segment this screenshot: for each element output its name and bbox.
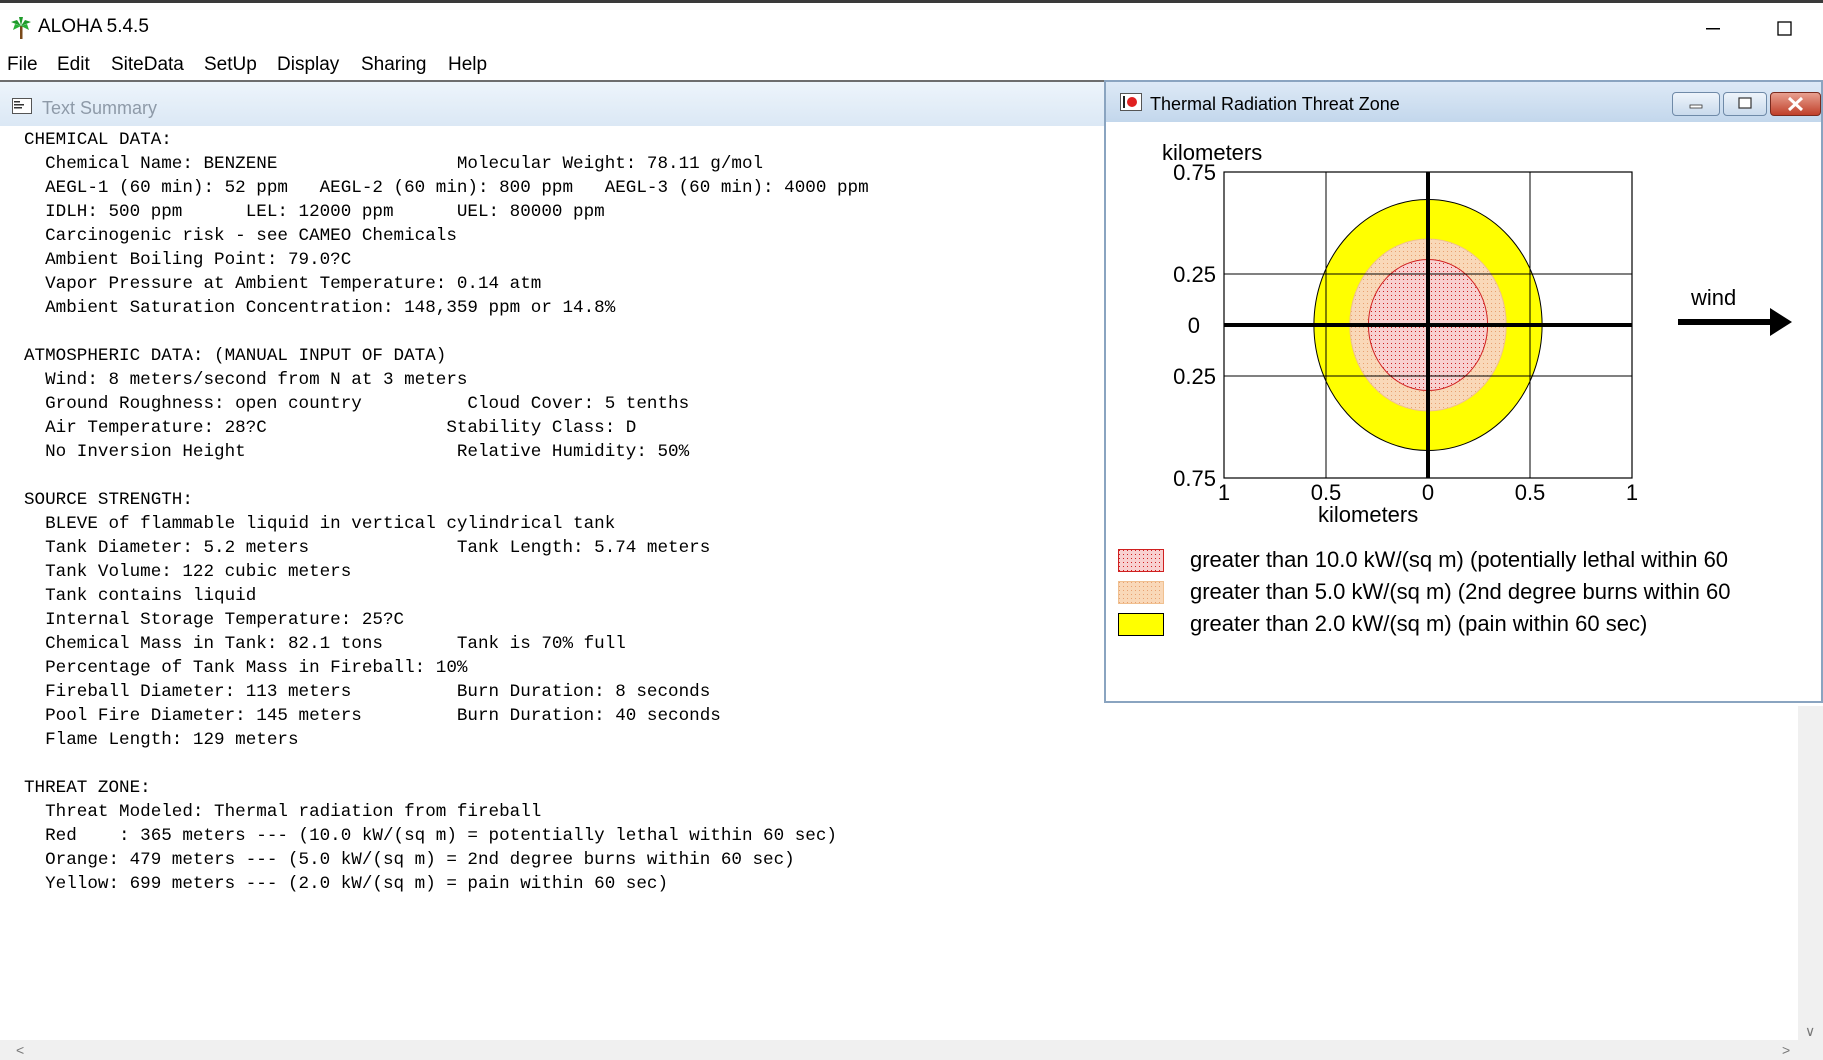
legend-item-red: greater than 10.0 kW/(sq m) (potentially… <box>1118 547 1818 573</box>
minimize-button[interactable] <box>1692 13 1732 43</box>
menu-sitedata[interactable]: SiteData <box>111 54 184 76</box>
legend-label-yellow: greater than 2.0 kW/(sq m) (pain within … <box>1190 611 1648 636</box>
summary-line: Carcinogenic risk - see CAMEO Chemicals <box>24 226 457 246</box>
wind-arrow-icon <box>1678 308 1792 336</box>
legend-label-red: greater than 10.0 kW/(sq m) (potentially… <box>1190 547 1729 572</box>
vertical-scrollbar[interactable]: ∨ <box>1798 706 1823 1042</box>
legend-swatch-red <box>1118 549 1164 572</box>
close-icon <box>1787 96 1804 112</box>
legend-item-orange: greater than 5.0 kW/(sq m) (2nd degree b… <box>1118 579 1818 605</box>
menu-setup[interactable]: SetUp <box>204 54 257 76</box>
maximize-button[interactable] <box>1764 13 1804 43</box>
threat-zone-title: Thermal Radiation Threat Zone <box>1150 94 1400 114</box>
summary-line: THREAT ZONE: <box>24 778 151 798</box>
summary-line: Percentage of Tank Mass in Fireball: 10% <box>24 658 468 678</box>
summary-line: Threat Modeled: Thermal radiation from f… <box>24 802 542 822</box>
text-summary-title: Text Summary <box>42 98 158 118</box>
summary-line: Tank Diameter: 5.2 meters Tank Length: 5… <box>24 538 711 558</box>
menu-display[interactable]: Display <box>277 54 339 76</box>
summary-line: Wind: 8 meters/second from N at 3 meters <box>24 370 468 390</box>
y-tick-label: 0.25 <box>1173 364 1216 389</box>
horizontal-scrollbar[interactable]: < > <box>0 1040 1823 1060</box>
x-tick-label: 0.5 <box>1515 480 1546 505</box>
summary-line: Ground Roughness: open country Cloud Cov… <box>24 394 690 414</box>
scroll-left-icon[interactable]: < <box>16 1043 24 1057</box>
wind-label: wind <box>1690 285 1736 310</box>
threat-zone-titlebar[interactable]: Thermal Radiation Threat Zone <box>1106 82 1821 122</box>
summary-line: Fireball Diameter: 113 meters Burn Durat… <box>24 682 711 702</box>
summary-line: Pool Fire Diameter: 145 meters Burn Dura… <box>24 706 721 726</box>
app-title: ALOHA 5.4.5 <box>38 16 149 37</box>
document-icon <box>12 98 32 114</box>
summary-line: AEGL-1 (60 min): 52 ppm AEGL-2 (60 min):… <box>24 178 869 198</box>
palm-tree-icon <box>11 17 31 39</box>
threat-restore-button[interactable] <box>1723 92 1767 116</box>
summary-line: Chemical Name: BENZENE Molecular Weight:… <box>24 154 764 174</box>
summary-line: Air Temperature: 28?C Stability Class: D <box>24 418 637 438</box>
summary-line: Yellow: 699 meters --- (2.0 kW/(sq m) = … <box>24 874 669 894</box>
summary-line: Chemical Mass in Tank: 82.1 tons Tank is… <box>24 634 626 654</box>
scroll-right-icon[interactable]: > <box>1782 1043 1790 1057</box>
menu-bar: File Edit SiteData SetUp Display Sharing… <box>0 50 1823 80</box>
legend-label-orange: greater than 5.0 kW/(sq m) (2nd degree b… <box>1190 579 1731 604</box>
summary-line: No Inversion Height Relative Humidity: 5… <box>24 442 690 462</box>
summary-line: CHEMICAL DATA: <box>24 130 172 150</box>
legend-swatch-yellow <box>1118 613 1164 636</box>
menu-file[interactable]: File <box>7 54 38 76</box>
maximize-icon <box>1777 21 1792 36</box>
scroll-down-icon[interactable]: ∨ <box>1805 1024 1815 1038</box>
summary-line: Ambient Boiling Point: 79.0?C <box>24 250 352 270</box>
summary-line: Internal Storage Temperature: 25?C <box>24 610 405 630</box>
restore-icon <box>1738 97 1752 109</box>
y-tick-label: 0.75 <box>1173 160 1216 185</box>
threat-close-button[interactable] <box>1770 92 1821 116</box>
summary-text: CHEMICAL DATA: Chemical Name: BENZENE Mo… <box>24 128 869 896</box>
menu-sharing[interactable]: Sharing <box>361 54 427 76</box>
menu-edit[interactable]: Edit <box>57 54 90 76</box>
summary-line: BLEVE of flammable liquid in vertical cy… <box>24 514 616 534</box>
legend-item-yellow: greater than 2.0 kW/(sq m) (pain within … <box>1118 611 1818 637</box>
legend-swatch-orange <box>1118 581 1164 604</box>
threat-map-icon <box>1120 93 1142 111</box>
y-tick-label: 0.75 <box>1173 466 1216 491</box>
summary-line: Vapor Pressure at Ambient Temperature: 0… <box>24 274 542 294</box>
x-tick-label: 1 <box>1218 480 1230 505</box>
minimize-icon <box>1689 104 1703 109</box>
y-tick-label: 0.25 <box>1173 262 1216 287</box>
threat-minimize-button[interactable] <box>1672 92 1720 116</box>
summary-line: SOURCE STRENGTH: <box>24 490 193 510</box>
summary-line: Tank contains liquid <box>24 586 257 606</box>
summary-line: ATMOSPHERIC DATA: (MANUAL INPUT OF DATA) <box>24 346 447 366</box>
summary-line: Ambient Saturation Concentration: 148,35… <box>24 298 616 318</box>
threat-zone-plot: kilometers kilometers 0.75 0.25 0 0.25 0… <box>1162 140 1792 527</box>
summary-line: Red : 365 meters --- (10.0 kW/(sq m) = p… <box>24 826 837 846</box>
x-tick-label: 0 <box>1422 480 1434 505</box>
app-titlebar: ALOHA 5.4.5 <box>0 0 1823 53</box>
x-tick-label: 0.5 <box>1311 480 1342 505</box>
y-tick-label: 0 <box>1188 313 1200 338</box>
x-tick-label: 1 <box>1626 480 1638 505</box>
summary-line: Tank Volume: 122 cubic meters <box>24 562 352 582</box>
minimize-icon <box>1706 28 1720 30</box>
threat-zone-body: kilometers kilometers 0.75 0.25 0 0.25 0… <box>1106 122 1821 701</box>
summary-line: Flame Length: 129 meters <box>24 730 299 750</box>
x-unit-label: kilometers <box>1318 502 1418 527</box>
summary-line: IDLH: 500 ppm LEL: 12000 ppm UEL: 80000 … <box>24 202 605 222</box>
summary-line: Orange: 479 meters --- (5.0 kW/(sq m) = … <box>24 850 795 870</box>
menu-help[interactable]: Help <box>448 54 487 76</box>
threat-zone-window: Thermal Radiation Threat Zone kilometers… <box>1104 80 1823 703</box>
